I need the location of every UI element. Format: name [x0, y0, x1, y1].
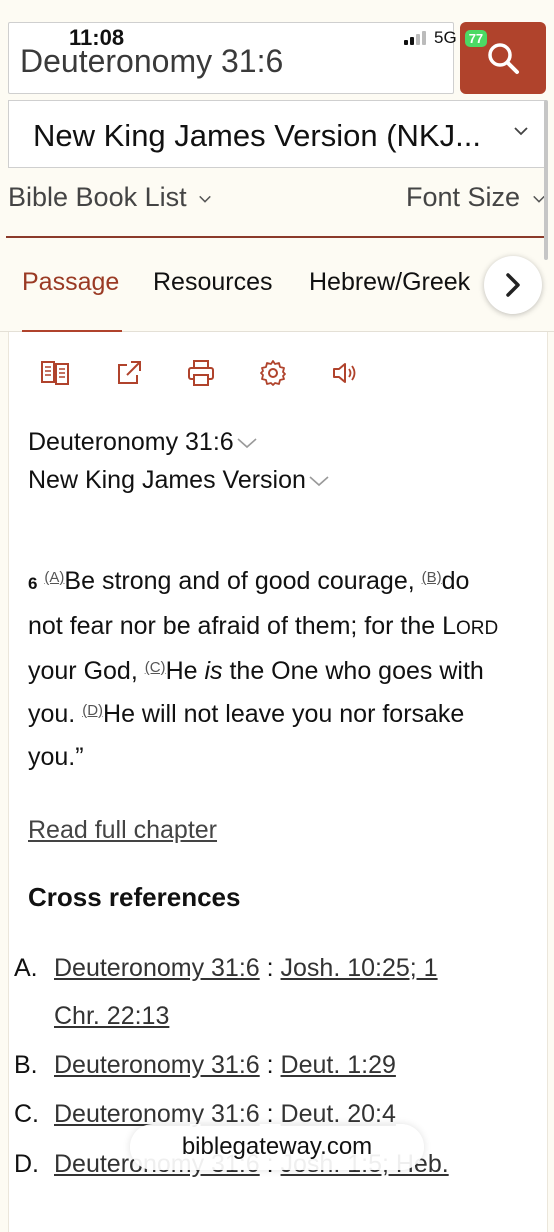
- verse-segment: Be strong and of good courage,: [64, 567, 422, 595]
- cross-ref-b[interactable]: (B): [422, 569, 442, 586]
- chevron-down-icon: [237, 438, 257, 449]
- passage-version-dropdown[interactable]: New King James Version: [28, 466, 330, 495]
- version-label: New King James Version (NKJ...: [33, 118, 481, 153]
- version-select[interactable]: New King James Version (NKJ...: [8, 100, 546, 168]
- chevron-down-icon: [309, 476, 329, 487]
- cross-ref-target-link[interactable]: Chr. 22:13: [54, 1002, 169, 1030]
- cross-ref-d[interactable]: (D): [82, 702, 103, 719]
- cross-ref-letter: A.: [14, 954, 38, 982]
- cross-references-title: Cross references: [28, 882, 241, 912]
- network-label: 5G: [434, 28, 457, 47]
- cross-ref-target-link[interactable]: Deut. 1:29: [281, 1051, 396, 1079]
- verse-italic: is: [204, 657, 223, 685]
- read-full-chapter-link[interactable]: Read full chapter: [28, 816, 217, 845]
- chevron-right-icon: [506, 273, 520, 297]
- cross-ref-source-link[interactable]: Deuteronomy 31:6: [54, 1051, 260, 1079]
- parallel-icon[interactable]: [40, 358, 70, 388]
- print-icon[interactable]: [186, 358, 216, 388]
- passage-version: New King James Version: [28, 466, 306, 494]
- cross-ref-letter: C.: [14, 1100, 39, 1128]
- font-size-label: Font Size: [406, 182, 521, 212]
- verse-text: 6 (A)Be strong and of good courage, (B)d…: [28, 560, 508, 779]
- list-item: A. Deuteronomy 31:6 : Josh. 10:25; 1 Chr.…: [14, 944, 438, 1040]
- tab-passage[interactable]: Passage: [22, 268, 119, 297]
- search-input[interactable]: 11:08 Deuteronomy 31:6: [8, 22, 454, 94]
- site-url: biblegateway.com: [181, 1133, 373, 1160]
- cross-ref-letter: B.: [14, 1051, 38, 1079]
- cross-ref-c[interactable]: (C): [145, 659, 166, 676]
- cross-ref-a[interactable]: (A): [44, 569, 64, 586]
- cross-ref-target-link[interactable]: Josh. 10:25; 1: [281, 954, 438, 982]
- search-icon: [488, 43, 519, 74]
- cross-ref-separator: :: [259, 954, 281, 982]
- bible-book-list-label: Bible Book List: [8, 182, 187, 212]
- lord-first: L: [442, 612, 457, 640]
- cross-ref-letter: D.: [14, 1150, 39, 1178]
- passage-reference: Deuteronomy 31:6: [28, 428, 234, 456]
- verse-segment: He: [165, 657, 205, 685]
- header-divider: [6, 236, 546, 238]
- passage-reference-dropdown[interactable]: Deuteronomy 31:6: [28, 428, 258, 457]
- gear-icon[interactable]: [258, 358, 288, 388]
- list-item: B. Deuteronomy 31:6 : Deut. 1:29: [14, 1041, 396, 1089]
- page-scrollbar[interactable]: [544, 100, 548, 260]
- signal-icon: [404, 31, 426, 45]
- tab-resources[interactable]: Resources: [153, 268, 273, 297]
- share-icon[interactable]: [114, 358, 144, 388]
- audio-icon[interactable]: [330, 358, 360, 388]
- cross-ref-separator: :: [259, 1051, 281, 1079]
- search-query: Deuteronomy 31:6: [20, 43, 284, 79]
- bible-book-list-button[interactable]: Bible Book List: [8, 182, 212, 213]
- tabs-scroll-right-button[interactable]: [484, 256, 542, 314]
- cross-ref-source-link[interactable]: Deuteronomy 31:6: [54, 954, 260, 982]
- status-indicators: 5G 77: [404, 26, 488, 50]
- site-url-pill[interactable]: biblegateway.com: [130, 1124, 424, 1170]
- verse-segment: your God,: [28, 657, 145, 685]
- battery-icon: 77: [464, 29, 488, 47]
- verse-number: 6: [28, 574, 38, 593]
- tab-hebrew-greek[interactable]: Hebrew/Greek: [309, 268, 470, 297]
- chevron-down-icon: [199, 195, 211, 203]
- font-size-button[interactable]: Font Size: [406, 182, 546, 213]
- lord-rest: ORD: [456, 618, 499, 639]
- chevron-down-icon: [514, 127, 528, 136]
- lord-smallcaps: LORD: [442, 612, 498, 640]
